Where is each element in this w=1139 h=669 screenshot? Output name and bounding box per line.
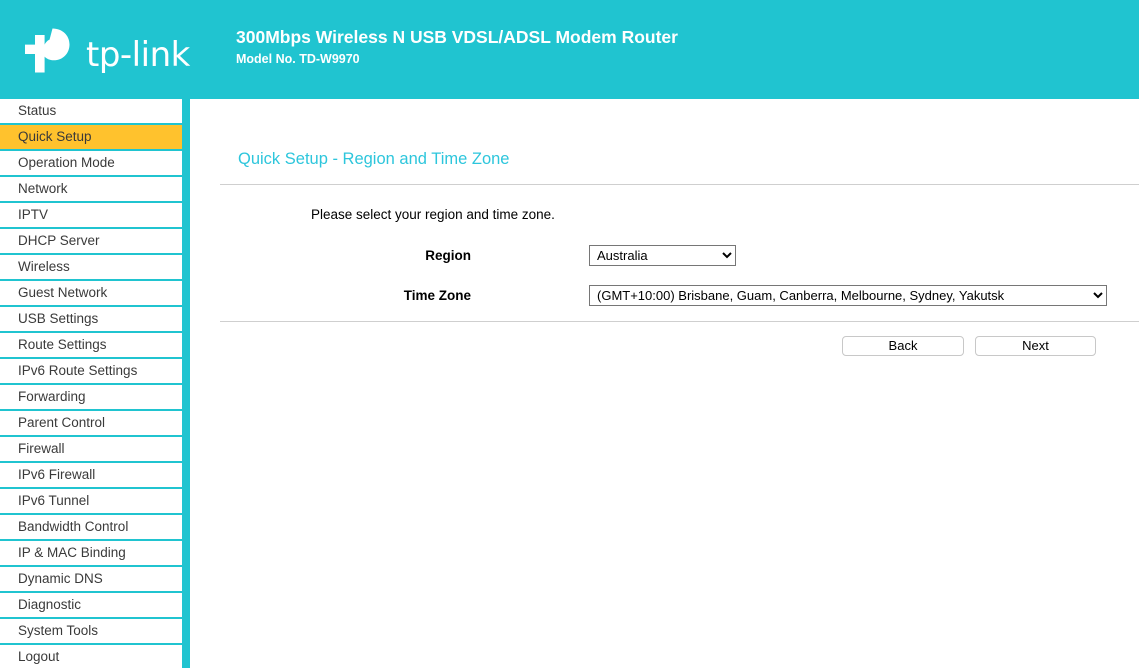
sidebar-item-firewall[interactable]: Firewall bbox=[0, 437, 182, 461]
sidebar-item-forwarding[interactable]: Forwarding bbox=[0, 385, 182, 409]
sidebar-item-ipv6-tunnel[interactable]: IPv6 Tunnel bbox=[0, 489, 182, 513]
sidebar-accent-spine bbox=[182, 93, 190, 668]
sidebar-item-logout[interactable]: Logout bbox=[0, 645, 182, 669]
sidebar-item-operation-mode[interactable]: Operation Mode bbox=[0, 151, 182, 175]
page-title: Quick Setup - Region and Time Zone bbox=[238, 150, 510, 168]
model-number: Model No. TD-W9970 bbox=[236, 51, 360, 66]
next-button[interactable]: Next bbox=[975, 336, 1096, 356]
sidebar-navigation: Status Quick Setup Operation Mode Network IP… bbox=[0, 99, 182, 669]
region-label: Region bbox=[425, 248, 471, 263]
sidebar-item-dynamic-dns[interactable]: Dynamic DNS bbox=[0, 567, 182, 591]
sidebar-item-iptv[interactable]: IPTV bbox=[0, 203, 182, 227]
sidebar-item-network[interactable]: Network bbox=[0, 177, 182, 201]
sidebar-item-system-tools[interactable]: System Tools bbox=[0, 619, 182, 643]
sidebar-item-diagnostic[interactable]: Diagnostic bbox=[0, 593, 182, 617]
sidebar-item-status[interactable]: Status bbox=[0, 99, 182, 123]
content-divider-top bbox=[220, 184, 1139, 185]
sidebar-item-parent-control[interactable]: Parent Control bbox=[0, 411, 182, 435]
content-divider-bottom bbox=[220, 321, 1139, 322]
page-header: tp-link 300Mbps Wireless N USB VDSL/ADSL… bbox=[0, 0, 1139, 93]
sidebar-item-route-settings[interactable]: Route Settings bbox=[0, 333, 182, 357]
region-select[interactable]: Australia bbox=[589, 245, 736, 266]
timezone-select[interactable]: (GMT+10:00) Brisbane, Guam, Canberra, Me… bbox=[589, 285, 1107, 306]
timezone-label: Time Zone bbox=[403, 288, 471, 303]
tp-link-logo-icon bbox=[22, 26, 80, 83]
sidebar-item-ipv6-firewall[interactable]: IPv6 Firewall bbox=[0, 463, 182, 487]
intro-instruction-text: Please select your region and time zone. bbox=[311, 207, 555, 222]
main-content: Quick Setup - Region and Time Zone Pleas… bbox=[190, 99, 1139, 668]
sidebar-item-bandwidth-control[interactable]: Bandwidth Control bbox=[0, 515, 182, 539]
sidebar-item-guest-network[interactable]: Guest Network bbox=[0, 281, 182, 305]
sidebar-item-ip-mac-binding[interactable]: IP & MAC Binding bbox=[0, 541, 182, 565]
sidebar-item-quick-setup[interactable]: Quick Setup bbox=[0, 125, 182, 149]
sidebar-item-ipv6-route-settings[interactable]: IPv6 Route Settings bbox=[0, 359, 182, 383]
header-product-info: 300Mbps Wireless N USB VDSL/ADSL Modem R… bbox=[236, 27, 678, 66]
brand-logo[interactable]: tp-link bbox=[22, 26, 190, 83]
brand-name: tp-link bbox=[86, 34, 190, 75]
sidebar-item-wireless[interactable]: Wireless bbox=[0, 255, 182, 279]
sidebar-item-dhcp-server[interactable]: DHCP Server bbox=[0, 229, 182, 253]
sidebar-item-usb-settings[interactable]: USB Settings bbox=[0, 307, 182, 331]
back-button[interactable]: Back bbox=[842, 336, 964, 356]
product-title: 300Mbps Wireless N USB VDSL/ADSL Modem R… bbox=[236, 27, 678, 47]
